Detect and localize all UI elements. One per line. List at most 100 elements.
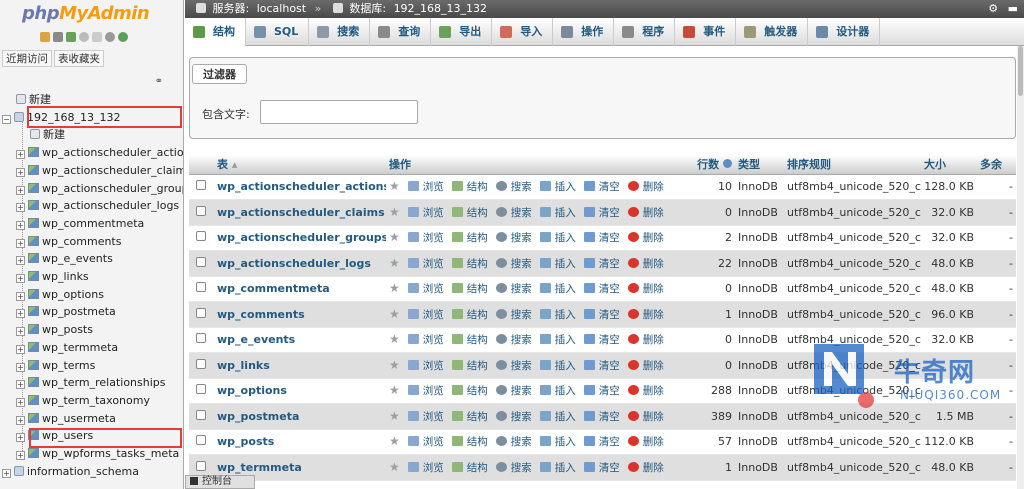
drop-action[interactable]: 删除 — [627, 181, 664, 193]
row-checkbox[interactable] — [196, 409, 206, 420]
tree-item[interactable]: 新建 — [30, 126, 65, 144]
empty-action[interactable]: 清空 — [583, 283, 620, 295]
browse-action[interactable]: 浏览 — [407, 385, 444, 397]
expand-toggle-icon[interactable]: + — [16, 256, 25, 266]
favorite-star-icon[interactable]: ★ — [389, 460, 400, 474]
drop-action[interactable]: 删除 — [627, 385, 664, 397]
favorite-star-icon[interactable]: ★ — [389, 281, 400, 295]
recent-tables-button[interactable]: 近期访问 — [2, 50, 52, 67]
tree-item[interactable]: + wp_actionscheduler_logs — [16, 197, 179, 215]
insert-action[interactable]: 插入 — [539, 206, 576, 219]
table-name-link[interactable]: wp_options — [214, 378, 386, 404]
structure-action[interactable]: 结构 — [451, 283, 488, 295]
expand-toggle-icon[interactable]: + — [2, 468, 11, 478]
search-action[interactable]: 搜索 — [495, 410, 532, 423]
expand-toggle-icon[interactable]: + — [16, 220, 25, 230]
home-icon[interactable] — [40, 32, 50, 42]
tree-item[interactable]: + information_schema — [2, 463, 139, 481]
settings-icon[interactable] — [105, 32, 115, 42]
tab-export[interactable]: 导出 — [431, 18, 493, 46]
empty-action[interactable]: 清空 — [583, 410, 620, 423]
expand-toggle-icon[interactable]: + — [16, 185, 25, 195]
row-checkbox[interactable] — [196, 180, 206, 191]
empty-action[interactable]: 清空 — [583, 334, 620, 346]
table-name-link[interactable]: wp_e_events — [214, 327, 386, 353]
structure-action[interactable]: 结构 — [451, 385, 488, 397]
favorite-star-icon[interactable]: ★ — [389, 383, 400, 397]
tab-routines[interactable]: 程序 — [614, 18, 676, 46]
insert-action[interactable]: 插入 — [539, 436, 576, 448]
favorite-star-icon[interactable]: ★ — [389, 358, 400, 372]
expand-toggle-icon[interactable]: + — [16, 451, 25, 460]
tree-item[interactable]: + wp_term_relationships — [16, 374, 166, 392]
expand-toggle-icon[interactable]: + — [16, 433, 25, 443]
drop-action[interactable]: 删除 — [627, 359, 664, 372]
drop-action[interactable]: 删除 — [627, 461, 664, 474]
search-action[interactable]: 搜索 — [495, 232, 532, 244]
insert-action[interactable]: 插入 — [539, 334, 576, 346]
structure-action[interactable]: 结构 — [451, 232, 488, 244]
row-size[interactable]: 32.0 KB — [921, 199, 977, 226]
browse-action[interactable]: 浏览 — [407, 410, 444, 423]
tree-item[interactable]: + wp_comments — [16, 233, 121, 251]
table-name-link[interactable]: wp_actionscheduler_actions — [214, 174, 386, 200]
docs-icon[interactable] — [79, 32, 89, 42]
drop-action[interactable]: 删除 — [627, 334, 664, 346]
table-name-link[interactable]: wp_comments — [214, 301, 386, 328]
collapse-toggle-icon[interactable]: − — [2, 114, 11, 124]
row-size[interactable]: 128.0 KB — [921, 174, 977, 200]
tree-item[interactable]: + wp_terms — [16, 357, 95, 375]
page-scrollbar[interactable] — [1017, 46, 1024, 489]
tree-item[interactable]: + wp_commentmeta — [16, 215, 144, 233]
favorite-star-icon[interactable]: ★ — [389, 307, 400, 321]
sql-docs-icon[interactable] — [92, 32, 102, 42]
search-action[interactable]: 搜索 — [495, 334, 532, 346]
breadcrumb-database[interactable]: 192_168_13_132 — [394, 2, 487, 15]
empty-action[interactable]: 清空 — [583, 385, 620, 397]
expand-toggle-icon[interactable]: + — [16, 274, 25, 283]
empty-action[interactable]: 清空 — [583, 206, 620, 219]
row-size[interactable]: 112.0 KB — [921, 429, 977, 455]
expand-toggle-icon[interactable]: + — [16, 344, 25, 354]
tab-designer[interactable]: 设计器 — [808, 18, 881, 46]
row-size[interactable]: 32.0 KB — [921, 225, 977, 251]
drop-action[interactable]: 删除 — [627, 283, 664, 295]
search-action[interactable]: 搜索 — [495, 359, 532, 372]
expand-toggle-icon[interactable]: + — [16, 327, 25, 337]
search-action[interactable]: 搜索 — [495, 461, 532, 474]
tab-structure[interactable]: 结构 — [185, 18, 246, 47]
empty-action[interactable]: 清空 — [583, 232, 620, 244]
tree-item[interactable]: + wp_e_events — [16, 250, 113, 268]
empty-action[interactable]: 清空 — [583, 308, 620, 321]
tab-operations[interactable]: 操作 — [553, 18, 615, 46]
table-name-link[interactable]: wp_commentmeta — [214, 276, 386, 302]
structure-action[interactable]: 结构 — [451, 206, 488, 219]
browse-action[interactable]: 浏览 — [407, 257, 444, 270]
favorite-star-icon[interactable]: ★ — [389, 434, 400, 448]
phpmyadmin-logo[interactable]: phpMyAdmin — [0, 0, 183, 26]
table-name-link[interactable]: wp_actionscheduler_logs — [214, 250, 386, 277]
favorite-star-icon[interactable]: ★ — [389, 332, 400, 346]
tree-item[interactable]: + wp_options — [16, 286, 104, 304]
search-action[interactable]: 搜索 — [495, 257, 532, 270]
link-with-main-icon[interactable]: ⚭ — [155, 76, 163, 87]
row-size[interactable]: 96.0 KB — [921, 301, 977, 328]
insert-action[interactable]: 插入 — [539, 181, 576, 193]
drop-action[interactable]: 删除 — [627, 436, 664, 448]
row-size[interactable]: 48.0 KB — [921, 250, 977, 277]
browse-action[interactable]: 浏览 — [407, 359, 444, 372]
query-window-icon[interactable] — [66, 32, 76, 42]
expand-toggle-icon[interactable]: + — [16, 397, 25, 407]
row-size[interactable]: 48.0 KB — [921, 276, 977, 302]
tree-item[interactable]: + wp_actionscheduler_claims — [16, 162, 183, 180]
row-checkbox[interactable] — [196, 231, 206, 242]
browse-action[interactable]: 浏览 — [407, 283, 444, 295]
search-action[interactable]: 搜索 — [495, 436, 532, 448]
row-size[interactable]: 48.0 KB — [921, 454, 977, 481]
row-checkbox[interactable] — [196, 333, 206, 344]
expand-toggle-icon[interactable]: + — [16, 309, 25, 319]
tab-triggers[interactable]: 触发器 — [736, 18, 809, 46]
browse-action[interactable]: 浏览 — [407, 181, 444, 193]
search-action[interactable]: 搜索 — [495, 181, 532, 193]
expand-toggle-icon[interactable]: + — [16, 362, 25, 372]
